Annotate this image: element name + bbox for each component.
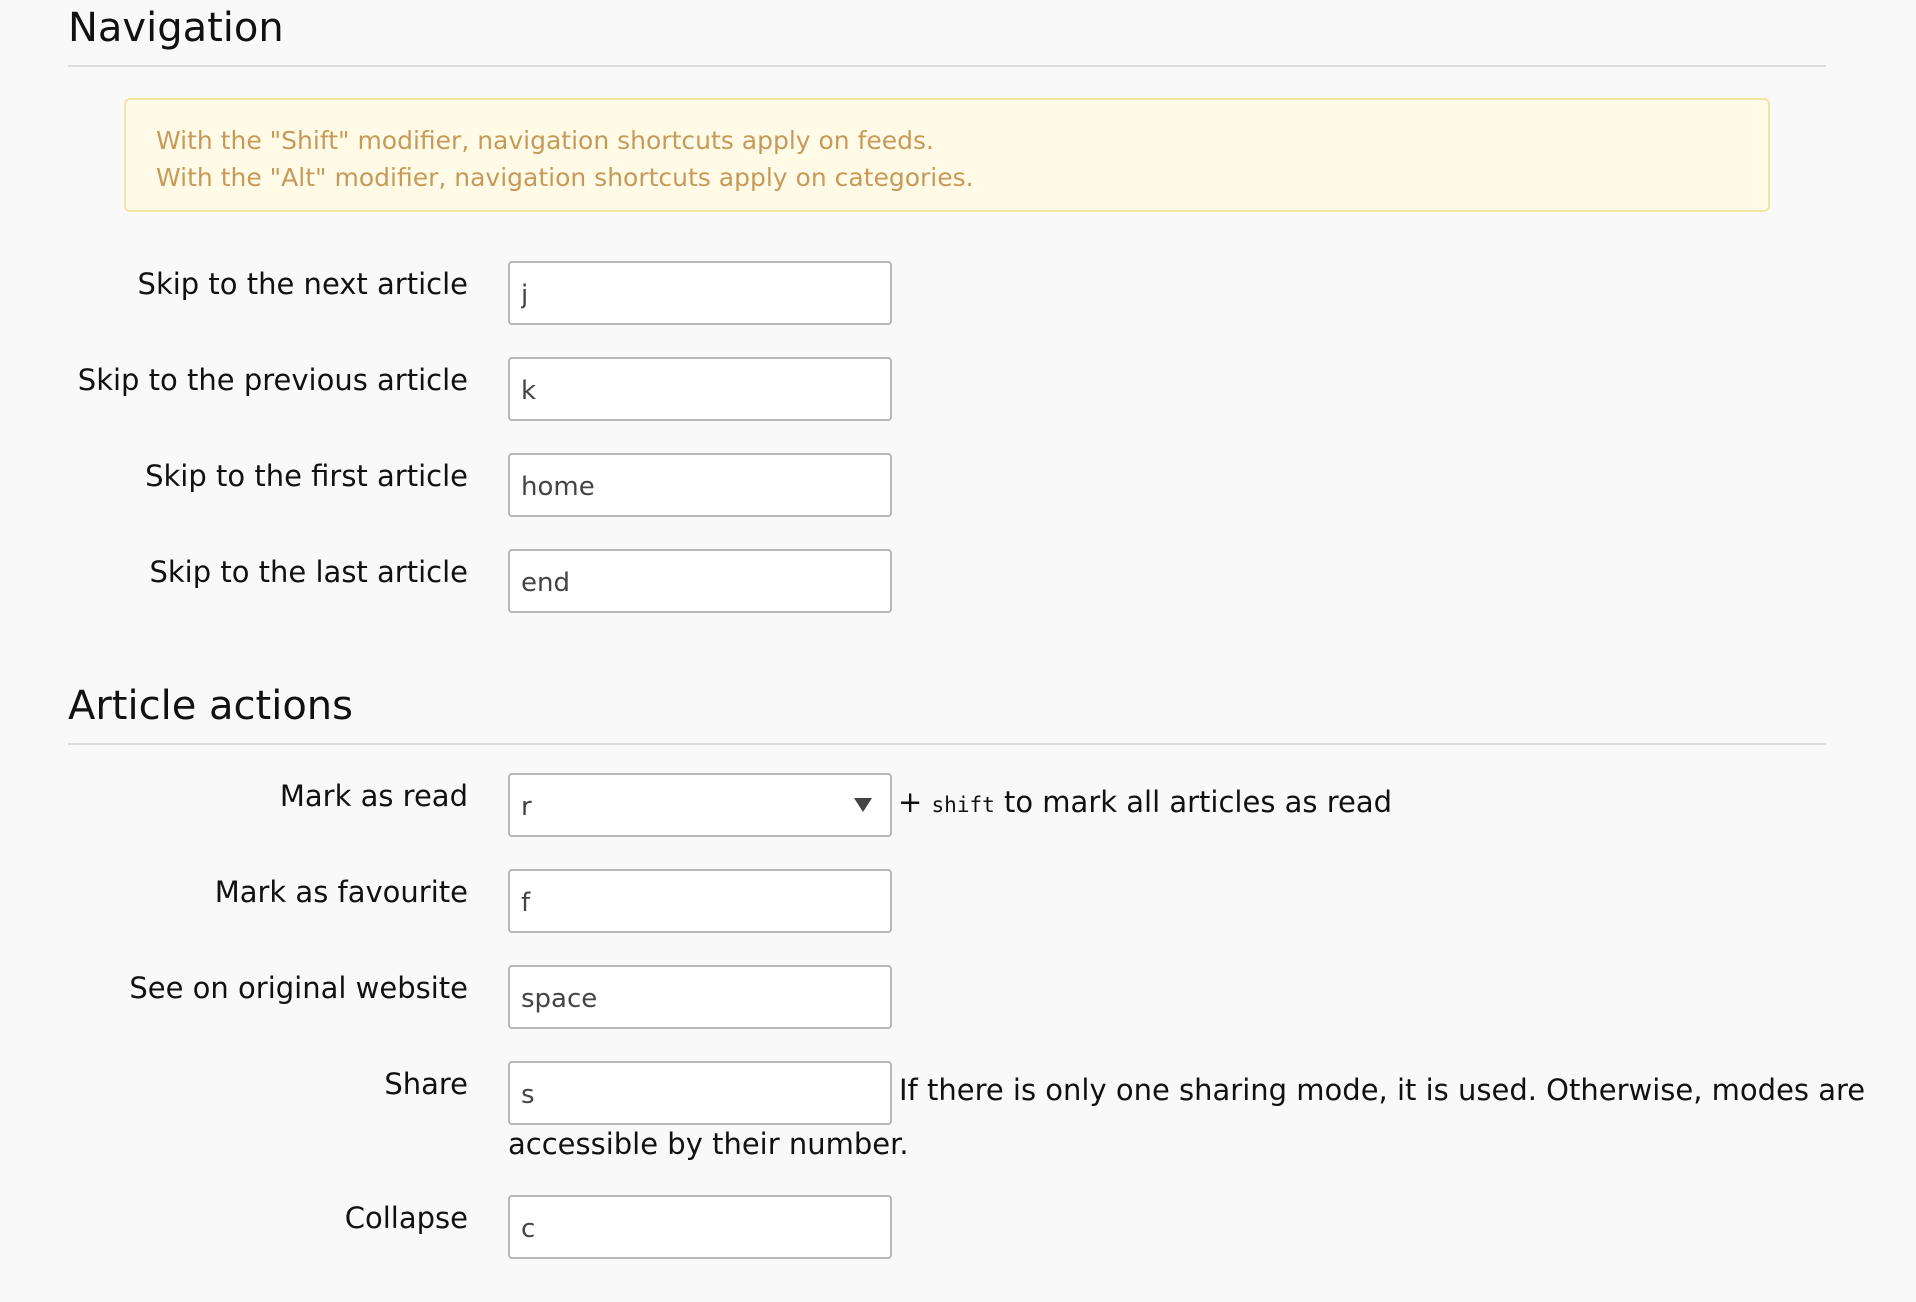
hint-shift-key: shift bbox=[931, 793, 995, 817]
share-hint-line2: accessible by their number. bbox=[508, 1127, 909, 1161]
hint-text: to mark all articles as read bbox=[1003, 785, 1393, 819]
shortcut-input-last-article[interactable] bbox=[508, 549, 892, 613]
alert-line-alt: With the "Alt" modifier, navigation shor… bbox=[156, 163, 974, 192]
mark-read-hint: + shift to mark all articles as read bbox=[898, 788, 1392, 817]
share-hint-line1: If there is only one sharing mode, it is… bbox=[899, 1073, 1866, 1107]
label-first-article: Skip to the first article bbox=[145, 459, 468, 493]
shortcut-input-collapse[interactable] bbox=[508, 1195, 892, 1259]
shortcut-select-mark-as-read[interactable]: r bbox=[508, 773, 892, 837]
label-mark-as-read: Mark as read bbox=[279, 779, 468, 813]
label-next-article: Skip to the next article bbox=[137, 267, 468, 301]
shortcuts-page: Navigation With the "Shift" modifier, na… bbox=[0, 0, 1916, 1302]
shortcut-input-see-original-website[interactable] bbox=[508, 965, 892, 1029]
shortcut-input-mark-as-favourite[interactable] bbox=[508, 869, 892, 933]
select-value: r bbox=[521, 792, 532, 822]
shortcut-input-first-article[interactable] bbox=[508, 453, 892, 517]
label-collapse: Collapse bbox=[344, 1201, 468, 1235]
alert-line-shift: With the "Shift" modifier, navigation sh… bbox=[156, 126, 934, 155]
label-last-article: Skip to the last article bbox=[149, 555, 468, 589]
label-mark-as-favourite: Mark as favourite bbox=[214, 875, 468, 909]
label-previous-article: Skip to the previous article bbox=[77, 363, 468, 397]
dropdown-caret-icon bbox=[854, 798, 872, 812]
label-share: Share bbox=[384, 1067, 468, 1101]
shortcut-input-previous-article[interactable] bbox=[508, 357, 892, 421]
modifier-info-alert: With the "Shift" modifier, navigation sh… bbox=[124, 98, 1770, 212]
shortcut-input-next-article[interactable] bbox=[508, 261, 892, 325]
section-divider bbox=[68, 743, 1826, 745]
section-title-article-actions: Article actions bbox=[68, 683, 353, 729]
hint-plus: + bbox=[898, 785, 923, 819]
section-title-navigation: Navigation bbox=[68, 5, 284, 51]
label-see-original-website: See on original website bbox=[129, 971, 468, 1005]
section-divider bbox=[68, 65, 1826, 67]
shortcut-input-share[interactable] bbox=[508, 1061, 892, 1125]
